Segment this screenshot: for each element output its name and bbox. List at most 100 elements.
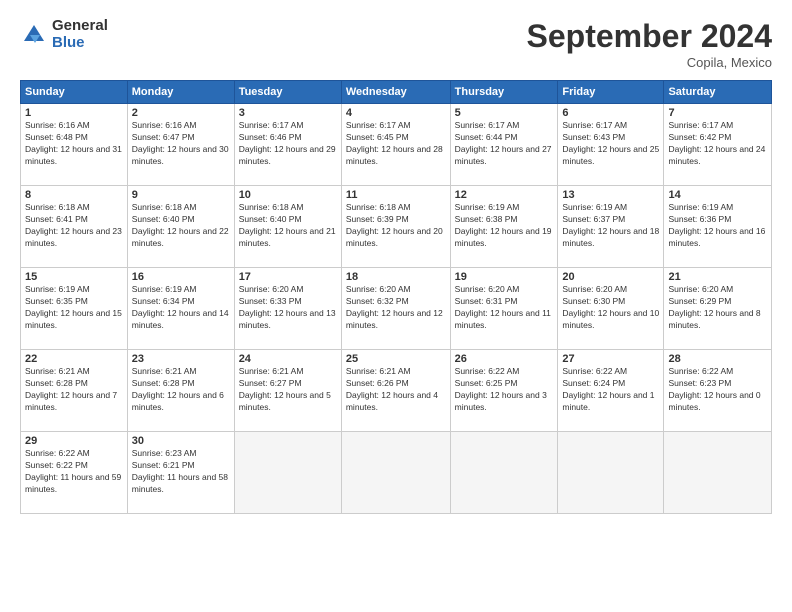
day-info: Sunrise: 6:17 AMSunset: 6:46 PMDaylight:… <box>239 120 337 168</box>
day-number: 1 <box>25 107 123 119</box>
day-number: 23 <box>132 353 230 365</box>
calendar-cell: 15 Sunrise: 6:19 AMSunset: 6:35 PMDaylig… <box>21 268 128 350</box>
calendar-cell: 9 Sunrise: 6:18 AMSunset: 6:40 PMDayligh… <box>127 186 234 268</box>
day-info: Sunrise: 6:22 AMSunset: 6:22 PMDaylight:… <box>25 448 123 496</box>
calendar-cell: 7 Sunrise: 6:17 AMSunset: 6:42 PMDayligh… <box>664 104 772 186</box>
day-number: 25 <box>346 353 446 365</box>
calendar-week-row: 15 Sunrise: 6:19 AMSunset: 6:35 PMDaylig… <box>21 268 772 350</box>
calendar-cell: 21 Sunrise: 6:20 AMSunset: 6:29 PMDaylig… <box>664 268 772 350</box>
calendar-week-row: 1 Sunrise: 6:16 AMSunset: 6:48 PMDayligh… <box>21 104 772 186</box>
day-info: Sunrise: 6:21 AMSunset: 6:26 PMDaylight:… <box>346 366 446 414</box>
calendar-cell: 30 Sunrise: 6:23 AMSunset: 6:21 PMDaylig… <box>127 432 234 514</box>
day-info: Sunrise: 6:21 AMSunset: 6:27 PMDaylight:… <box>239 366 337 414</box>
calendar-cell: 19 Sunrise: 6:20 AMSunset: 6:31 PMDaylig… <box>450 268 558 350</box>
calendar-cell: 10 Sunrise: 6:18 AMSunset: 6:40 PMDaylig… <box>234 186 341 268</box>
day-info: Sunrise: 6:22 AMSunset: 6:23 PMDaylight:… <box>668 366 767 414</box>
col-header-wednesday: Wednesday <box>341 81 450 104</box>
col-header-saturday: Saturday <box>664 81 772 104</box>
day-number: 5 <box>455 107 554 119</box>
day-number: 7 <box>668 107 767 119</box>
logo-icon <box>20 21 48 49</box>
day-number: 16 <box>132 271 230 283</box>
day-number: 12 <box>455 189 554 201</box>
calendar-week-row: 29 Sunrise: 6:22 AMSunset: 6:22 PMDaylig… <box>21 432 772 514</box>
day-number: 21 <box>668 271 767 283</box>
day-number: 15 <box>25 271 123 283</box>
day-number: 26 <box>455 353 554 365</box>
day-info: Sunrise: 6:20 AMSunset: 6:32 PMDaylight:… <box>346 284 446 332</box>
calendar-cell: 2 Sunrise: 6:16 AMSunset: 6:47 PMDayligh… <box>127 104 234 186</box>
day-number: 3 <box>239 107 337 119</box>
day-number: 19 <box>455 271 554 283</box>
day-number: 20 <box>562 271 659 283</box>
calendar-cell: 18 Sunrise: 6:20 AMSunset: 6:32 PMDaylig… <box>341 268 450 350</box>
calendar-cell: 20 Sunrise: 6:20 AMSunset: 6:30 PMDaylig… <box>558 268 664 350</box>
day-number: 28 <box>668 353 767 365</box>
calendar-cell: 11 Sunrise: 6:18 AMSunset: 6:39 PMDaylig… <box>341 186 450 268</box>
day-info: Sunrise: 6:17 AMSunset: 6:45 PMDaylight:… <box>346 120 446 168</box>
location-subtitle: Copila, Mexico <box>527 55 772 70</box>
day-info: Sunrise: 6:21 AMSunset: 6:28 PMDaylight:… <box>25 366 123 414</box>
calendar-cell: 13 Sunrise: 6:19 AMSunset: 6:37 PMDaylig… <box>558 186 664 268</box>
day-number: 27 <box>562 353 659 365</box>
calendar-cell: 1 Sunrise: 6:16 AMSunset: 6:48 PMDayligh… <box>21 104 128 186</box>
calendar-cell: 8 Sunrise: 6:18 AMSunset: 6:41 PMDayligh… <box>21 186 128 268</box>
title-block: September 2024 Copila, Mexico <box>527 18 772 70</box>
calendar-cell: 12 Sunrise: 6:19 AMSunset: 6:38 PMDaylig… <box>450 186 558 268</box>
day-number: 30 <box>132 435 230 447</box>
day-info: Sunrise: 6:19 AMSunset: 6:35 PMDaylight:… <box>25 284 123 332</box>
day-info: Sunrise: 6:22 AMSunset: 6:24 PMDaylight:… <box>562 366 659 414</box>
logo-text: General Blue <box>52 18 108 51</box>
day-number: 29 <box>25 435 123 447</box>
calendar-cell: 28 Sunrise: 6:22 AMSunset: 6:23 PMDaylig… <box>664 350 772 432</box>
day-info: Sunrise: 6:18 AMSunset: 6:40 PMDaylight:… <box>239 202 337 250</box>
day-info: Sunrise: 6:17 AMSunset: 6:44 PMDaylight:… <box>455 120 554 168</box>
day-number: 10 <box>239 189 337 201</box>
day-number: 14 <box>668 189 767 201</box>
col-header-tuesday: Tuesday <box>234 81 341 104</box>
day-number: 6 <box>562 107 659 119</box>
logo-general: General <box>52 18 108 35</box>
calendar-cell <box>450 432 558 514</box>
day-info: Sunrise: 6:17 AMSunset: 6:42 PMDaylight:… <box>668 120 767 168</box>
col-header-monday: Monday <box>127 81 234 104</box>
day-number: 2 <box>132 107 230 119</box>
day-info: Sunrise: 6:21 AMSunset: 6:28 PMDaylight:… <box>132 366 230 414</box>
col-header-friday: Friday <box>558 81 664 104</box>
day-info: Sunrise: 6:16 AMSunset: 6:47 PMDaylight:… <box>132 120 230 168</box>
col-header-thursday: Thursday <box>450 81 558 104</box>
calendar-cell: 5 Sunrise: 6:17 AMSunset: 6:44 PMDayligh… <box>450 104 558 186</box>
day-info: Sunrise: 6:18 AMSunset: 6:40 PMDaylight:… <box>132 202 230 250</box>
day-info: Sunrise: 6:16 AMSunset: 6:48 PMDaylight:… <box>25 120 123 168</box>
day-info: Sunrise: 6:18 AMSunset: 6:41 PMDaylight:… <box>25 202 123 250</box>
day-number: 9 <box>132 189 230 201</box>
logo: General Blue <box>20 18 108 51</box>
day-info: Sunrise: 6:20 AMSunset: 6:30 PMDaylight:… <box>562 284 659 332</box>
day-info: Sunrise: 6:19 AMSunset: 6:36 PMDaylight:… <box>668 202 767 250</box>
calendar-cell <box>664 432 772 514</box>
logo-blue: Blue <box>52 35 108 52</box>
day-info: Sunrise: 6:20 AMSunset: 6:33 PMDaylight:… <box>239 284 337 332</box>
day-info: Sunrise: 6:19 AMSunset: 6:38 PMDaylight:… <box>455 202 554 250</box>
day-info: Sunrise: 6:17 AMSunset: 6:43 PMDaylight:… <box>562 120 659 168</box>
calendar-cell: 25 Sunrise: 6:21 AMSunset: 6:26 PMDaylig… <box>341 350 450 432</box>
calendar-cell: 4 Sunrise: 6:17 AMSunset: 6:45 PMDayligh… <box>341 104 450 186</box>
calendar-cell: 22 Sunrise: 6:21 AMSunset: 6:28 PMDaylig… <box>21 350 128 432</box>
calendar-week-row: 8 Sunrise: 6:18 AMSunset: 6:41 PMDayligh… <box>21 186 772 268</box>
col-header-sunday: Sunday <box>21 81 128 104</box>
day-info: Sunrise: 6:18 AMSunset: 6:39 PMDaylight:… <box>346 202 446 250</box>
calendar-cell: 24 Sunrise: 6:21 AMSunset: 6:27 PMDaylig… <box>234 350 341 432</box>
calendar-cell: 3 Sunrise: 6:17 AMSunset: 6:46 PMDayligh… <box>234 104 341 186</box>
day-number: 4 <box>346 107 446 119</box>
day-number: 18 <box>346 271 446 283</box>
day-number: 13 <box>562 189 659 201</box>
calendar-cell: 26 Sunrise: 6:22 AMSunset: 6:25 PMDaylig… <box>450 350 558 432</box>
calendar-cell <box>234 432 341 514</box>
calendar-cell <box>558 432 664 514</box>
day-info: Sunrise: 6:19 AMSunset: 6:37 PMDaylight:… <box>562 202 659 250</box>
calendar-cell: 17 Sunrise: 6:20 AMSunset: 6:33 PMDaylig… <box>234 268 341 350</box>
calendar-cell: 29 Sunrise: 6:22 AMSunset: 6:22 PMDaylig… <box>21 432 128 514</box>
calendar-week-row: 22 Sunrise: 6:21 AMSunset: 6:28 PMDaylig… <box>21 350 772 432</box>
day-number: 24 <box>239 353 337 365</box>
day-info: Sunrise: 6:22 AMSunset: 6:25 PMDaylight:… <box>455 366 554 414</box>
